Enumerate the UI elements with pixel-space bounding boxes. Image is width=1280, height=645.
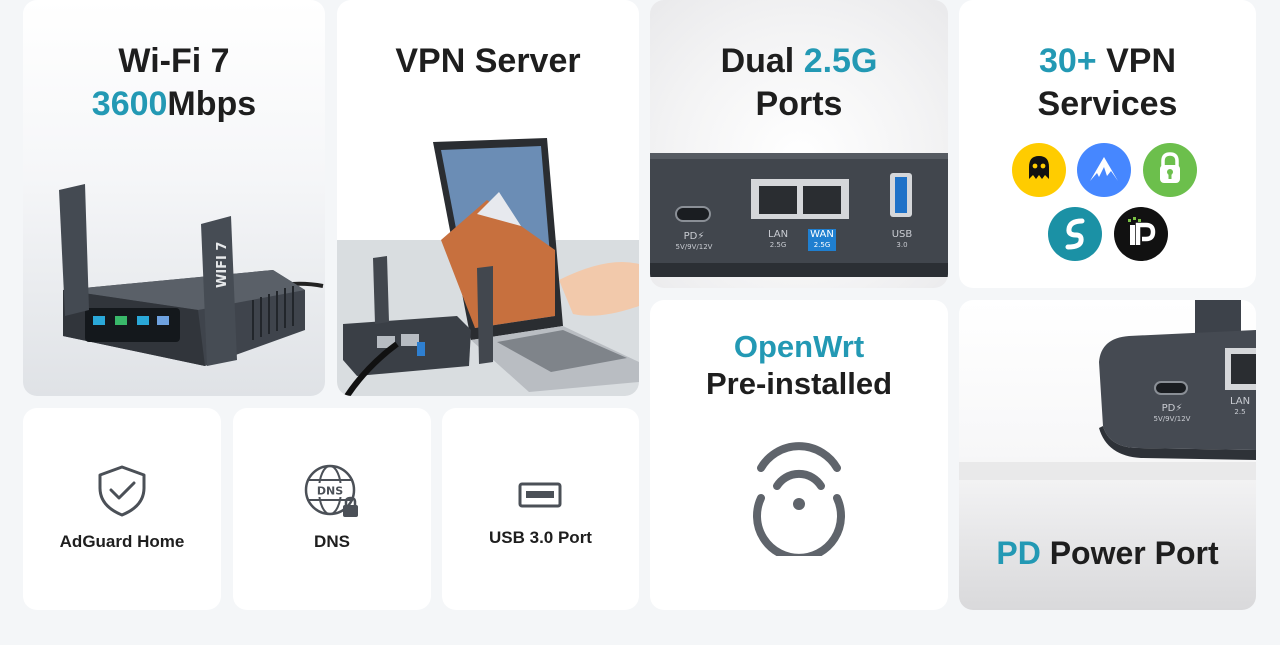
openwrt-card: OpenWrt Pre-installed [650,300,948,610]
lan-port-sub: 2.5G [769,241,787,249]
usb-port-name: USB [891,229,913,240]
wan-port-name: WAN [810,229,834,240]
wifi7-speed: 3600Mbps [23,83,325,126]
dns-globe-lock-icon: DNS [304,464,358,517]
dns-globe-text: DNS [317,485,343,498]
wifi7-card: Wi-Fi 7 3600Mbps WIFI 7 [23,0,325,396]
dns-label: DNS [314,532,350,551]
ipvanish-logo-icon [1114,207,1168,261]
router-rear-panel: PD⚡ 5V/9V/12V LAN 2.5G WAN 2.5G USB 3.0 [650,153,948,288]
laptop-router-image [337,138,639,396]
usb-port-label: USB 3.0 [884,229,920,251]
lan-port-label: LAN 2.5G [758,229,798,251]
adguard-label: AdGuard Home [59,532,185,551]
pd-power-title-rest: Power Port [1040,535,1219,571]
router-side-image: PD⚡ 5V/9V/12V LAN 2.5 [959,300,1256,480]
vpn-services-title-line1: 30+ VPN [959,40,1256,83]
pd-port-name: PD [683,231,698,242]
dns-card: DNS DNS [233,408,431,610]
pia-logo-icon [1143,143,1197,197]
pd-side-port-sub: 5V/9V/12V [1153,415,1191,423]
vpn-server-card: VPN Server [337,0,639,396]
router-image: WIFI 7 [59,184,324,366]
pd-side-port-label: PD⚡ 5V/9V/12V [1149,403,1195,425]
pd-power-card: PD⚡ 5V/9V/12V LAN 2.5 PD Power Port [959,300,1256,610]
openwrt-subtitle: Pre-installed [705,366,893,401]
router-antenna-label: WIFI 7 [215,242,230,288]
vpn-services-count: 30+ [1038,42,1097,80]
dual-ports-prefix: Dual [720,42,804,80]
pd-power-accent: PD [996,535,1041,571]
wifi7-title: Wi-Fi 7 3600Mbps [23,40,325,126]
vpn-services-card: 30+ VPN Services [959,0,1256,288]
wifi7-title-line1: Wi-Fi 7 [118,42,230,80]
cyberghost-logo-icon [1012,143,1066,197]
vpn-server-title: VPN Server [395,42,581,80]
pd-port-label: PD⚡ 5V/9V/12V [668,231,720,253]
wan-port-label: WAN 2.5G [808,229,836,251]
lan-port-name: LAN [767,229,789,240]
dual-ports-title-line1: Dual 2.5G [650,40,948,83]
lan-side-port-label: LAN 2.5 [1224,396,1256,418]
openwrt-logo-icon [753,442,845,556]
wifi7-speed-value: 3600 [91,85,168,123]
pd-side-port-symbol: ⚡ [1175,403,1183,414]
shield-check-icon [98,465,146,517]
pd-port-symbol: ⚡ [697,231,705,242]
vpn-services-title-line2: Services [1037,85,1178,123]
usb-card: USB 3.0 Port [442,408,639,610]
pd-side-port-name: PD [1161,403,1176,414]
dual-ports-speed: 2.5G [803,42,878,80]
nordvpn-logo-icon [1077,143,1131,197]
usb-port-sub: 3.0 [896,241,908,249]
lan-side-port-name: LAN [1229,396,1251,407]
openwrt-name: OpenWrt [733,329,865,364]
pd-port-sub: 5V/9V/12V [675,243,713,251]
wifi7-speed-unit: Mbps [167,85,257,123]
dual-ports-card: Dual 2.5G Ports PD⚡ 5V/9V/12V LAN 2.5G WAN… [650,0,948,288]
openwrt-title: OpenWrt Pre-installed [650,328,948,402]
wan-port-sub: 2.5G [813,241,831,249]
usb-label: USB 3.0 Port [489,528,592,547]
adguard-card: AdGuard Home [23,408,221,610]
dual-ports-title-line2: Ports [755,85,843,123]
dual-ports-title: Dual 2.5G Ports [650,40,948,126]
pd-power-title: PD Power Port [959,535,1256,572]
vpn-services-title-rest: VPN [1096,42,1177,80]
surfshark-logo-icon [1048,207,1102,261]
vpn-services-title: 30+ VPN Services [959,40,1256,126]
usb-port-icon [518,482,562,508]
lan-side-port-sub: 2.5 [1234,408,1246,416]
